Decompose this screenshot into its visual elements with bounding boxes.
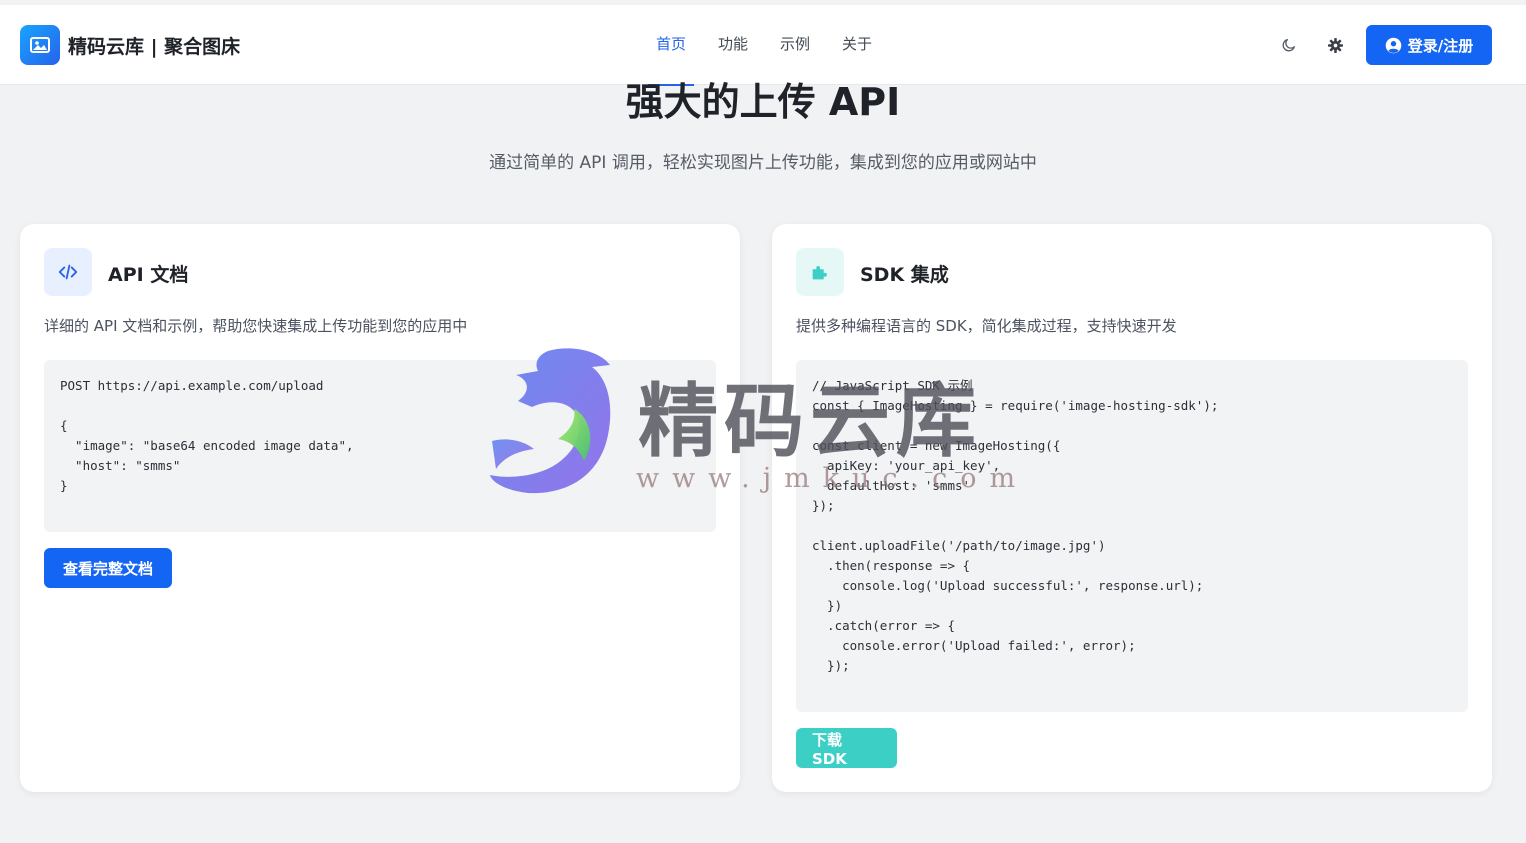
download-sdk-button[interactable]: 下载 SDK (796, 728, 897, 768)
card-title: API 文档 (108, 264, 189, 286)
nav-item-home[interactable]: 首页 (640, 5, 702, 86)
main-nav: 首页 功能 示例 关于 (640, 5, 888, 86)
login-label: 登录/注册 (1407, 36, 1474, 55)
hero-title: 强大的上传 API (625, 80, 901, 124)
brand[interactable]: 精码云库 | 聚合图床 (20, 25, 240, 65)
gear-icon[interactable] (1323, 33, 1347, 57)
api-docs-card: API 文档 详细的 API 文档和示例，帮助您快速集成上传功能到您的应用中 P… (20, 224, 740, 792)
sdk-card: SDK 集成 提供多种编程语言的 SDK，简化集成过程，支持快速开发 // Ja… (772, 224, 1492, 792)
card-title: SDK 集成 (860, 264, 949, 286)
card-description: 详细的 API 文档和示例，帮助您快速集成上传功能到您的应用中 (44, 317, 468, 335)
code-icon (44, 248, 92, 296)
hero-subtitle: 通过简单的 API 调用，轻松实现图片上传功能，集成到您的应用或网站中 (489, 153, 1037, 173)
user-circle-icon (1385, 37, 1402, 53)
code-snippet: POST https://api.example.com/upload { "i… (60, 378, 354, 493)
code-block: POST https://api.example.com/upload { "i… (44, 360, 716, 532)
brand-name: 精码云库 | 聚合图床 (68, 35, 241, 58)
code-snippet: // JavaScript SDK 示例 const { ImageHostin… (812, 378, 1219, 673)
site-header: 精码云库 | 聚合图床 首页 功能 示例 关于 登录/注册 (0, 5, 1526, 86)
code-block: // JavaScript SDK 示例 const { ImageHostin… (796, 360, 1468, 712)
moon-icon[interactable] (1277, 33, 1301, 57)
nav-item-examples[interactable]: 示例 (764, 5, 826, 85)
image-icon (20, 25, 60, 65)
card-description: 提供多种编程语言的 SDK，简化集成过程，支持快速开发 (796, 317, 1177, 335)
nav-item-features[interactable]: 功能 (702, 5, 764, 85)
nav-item-about[interactable]: 关于 (826, 5, 888, 85)
puzzle-icon (796, 248, 844, 296)
view-docs-button[interactable]: 查看完整文档 (44, 548, 172, 588)
login-register-button[interactable]: 登录/注册 (1366, 25, 1492, 65)
